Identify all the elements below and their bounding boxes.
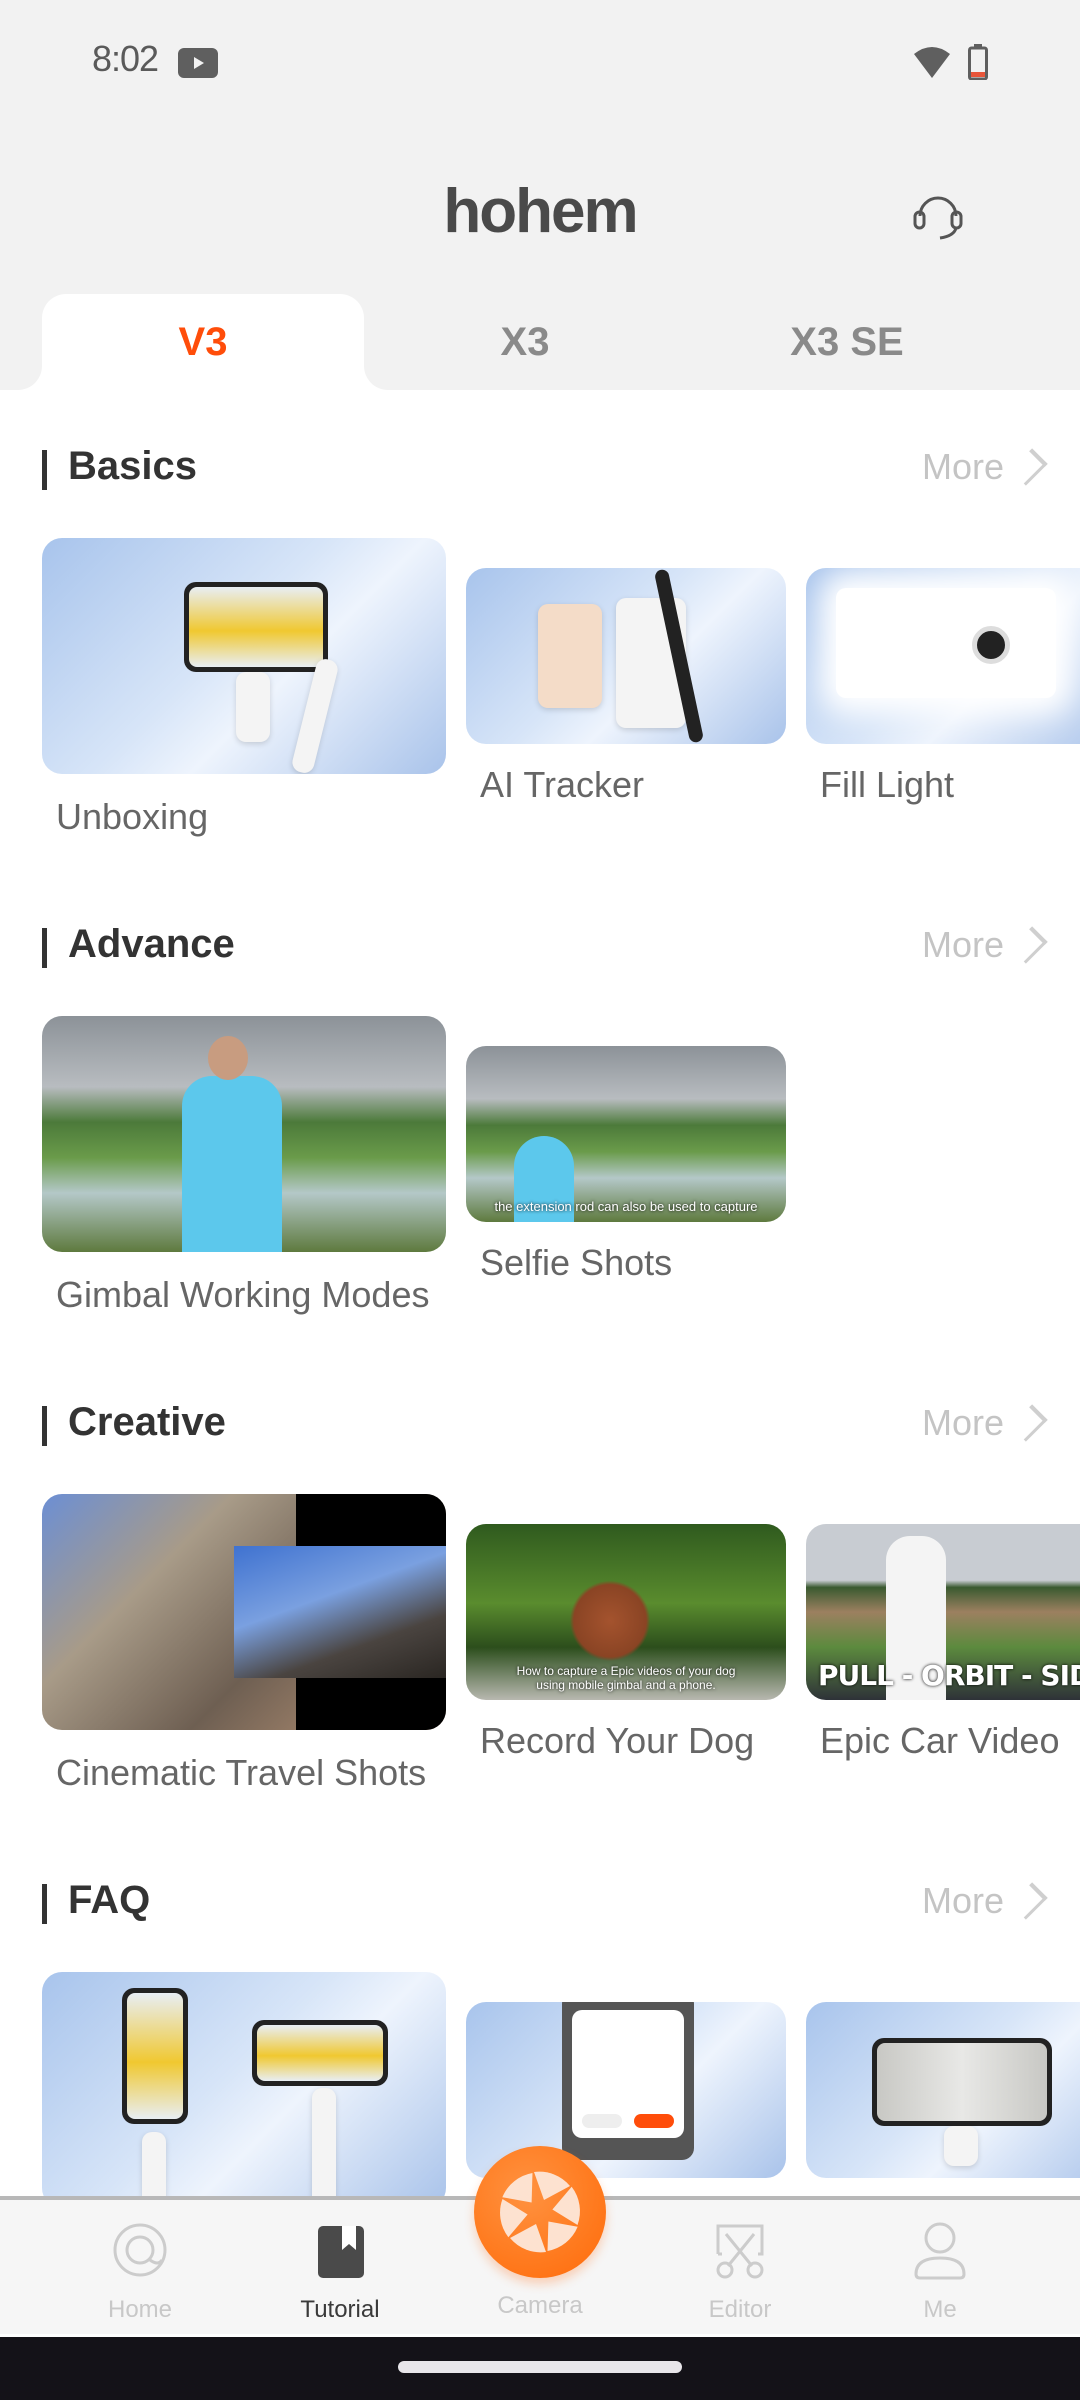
tutorial-content[interactable]: Basics More Unboxing AI Tracker Fill Lig… (0, 390, 1080, 2196)
status-bar: 8:02 (0, 0, 1080, 124)
chevron-right-icon (1010, 926, 1048, 964)
camera-button[interactable] (474, 2146, 606, 2278)
section-header: Advance More (0, 868, 1080, 968)
section-header: FAQ More (0, 1824, 1080, 1924)
card-title: Record Your Dog (480, 1720, 755, 1761)
section-header: Creative More (0, 1346, 1080, 1446)
card-title: Gimbal Working Modes (56, 1274, 430, 1315)
chevron-right-icon (1010, 448, 1048, 486)
tab-x3-se[interactable]: X3 SE (686, 294, 1008, 390)
device-tabs: V3 X3 X3 SE (0, 294, 1080, 390)
video-thumbnail (806, 2002, 1080, 2178)
video-thumbnail (42, 1972, 446, 2196)
nav-me[interactable]: Me (840, 2200, 1040, 2338)
section-faq: FAQ More (0, 1824, 1080, 2196)
nav-label: Tutorial (300, 2296, 380, 2323)
nav-editor[interactable]: Editor (640, 2200, 840, 2338)
more-label: More (921, 1880, 1004, 1921)
system-navigation-bar (0, 2337, 1080, 2400)
wifi-icon (914, 47, 950, 78)
section-title: Advance (68, 922, 235, 966)
tab-x3[interactable]: X3 (364, 294, 686, 390)
status-time: 8:02 (92, 38, 159, 79)
card-title: Cinematic Travel Shots (56, 1752, 427, 1793)
card-title: Unboxing (56, 796, 209, 837)
inset-frame (234, 1546, 446, 1678)
more-label: More (921, 924, 1004, 965)
more-link[interactable]: More (921, 1880, 1048, 1922)
video-thumbnail (466, 568, 786, 744)
video-thumbnail (806, 568, 1080, 744)
video-caption: How to capture a Epic videos of your dog… (516, 1664, 736, 1692)
video-thumbnail (42, 1494, 446, 1730)
card-title: Epic Car Video (820, 1720, 1060, 1761)
person-graphic (182, 1076, 282, 1252)
section-header: Basics More (0, 390, 1080, 490)
ai-tracker-graphic (538, 604, 602, 708)
chevron-right-icon (1010, 1882, 1048, 1920)
video-caption: PULL - ORBIT - SIDE SH (818, 1659, 1080, 1692)
more-link[interactable]: More (921, 1402, 1048, 1444)
youtube-notification-icon (178, 48, 218, 78)
section-title: Creative (68, 1400, 226, 1444)
nav-label: Home (107, 2296, 173, 2323)
video-caption: the extension rod can also be used to ca… (494, 1199, 758, 1214)
more-link[interactable]: More (921, 924, 1048, 966)
more-label: More (921, 446, 1004, 487)
section-title: FAQ (68, 1878, 151, 1922)
profile-icon (914, 2222, 966, 2280)
phone-graphic (562, 2002, 694, 2160)
tab-v3[interactable]: V3 (42, 294, 364, 390)
chevron-right-icon (1010, 1404, 1048, 1442)
phone-graphic (122, 1988, 188, 2124)
card-title: AI Tracker (480, 764, 645, 805)
section-title: Basics (68, 444, 197, 488)
phone-graphic (872, 2038, 1052, 2126)
card-title: Selfie Shots (480, 1242, 673, 1283)
nav-label: Editor (708, 2296, 772, 2323)
phone-graphic (252, 2020, 388, 2086)
nav-tutorial[interactable]: Tutorial (240, 2200, 440, 2338)
battery-low-icon (968, 44, 988, 80)
camera-shutter-icon (500, 2171, 580, 2253)
phone-graphic (184, 582, 328, 672)
nav-camera-label[interactable]: Camera (440, 2292, 640, 2320)
tutorial-book-icon (318, 2226, 364, 2278)
home-gesture-handle[interactable] (398, 2361, 682, 2373)
section-accent-bar (42, 450, 47, 490)
headset-icon[interactable] (908, 186, 968, 242)
video-thumbnail (42, 538, 446, 774)
nav-label: Me (923, 2296, 957, 2323)
section-basics: Basics More Unboxing AI Tracker Fill Lig… (0, 390, 1080, 868)
video-thumbnail: PULL - ORBIT - SIDE SH (806, 1524, 1080, 1700)
video-thumbnail: the extension rod can also be used to ca… (466, 1046, 786, 1222)
home-icon (113, 2223, 167, 2277)
video-thumbnail: How to capture a Epic videos of your dog… (466, 1524, 786, 1700)
gimbal-graphic (236, 672, 270, 742)
section-accent-bar (42, 1884, 47, 1924)
section-creative: Creative More Cinematic Travel Shots How… (0, 1346, 1080, 1824)
section-accent-bar (42, 928, 47, 968)
section-accent-bar (42, 1406, 47, 1446)
video-thumbnail (42, 1016, 446, 1252)
app-header: hohem V3 X3 X3 SE (0, 124, 1080, 390)
more-label: More (921, 1402, 1004, 1443)
section-advance: Advance More Gimbal Working Modes the ex… (0, 868, 1080, 1346)
nav-home[interactable]: Home (40, 2200, 240, 2338)
editor-scissors-icon (716, 2224, 764, 2279)
tutorial-screen: 8:02 hohem V3 X3 X3 SE Basics More Unbox… (0, 0, 1080, 2400)
card-title: Fill Light (820, 764, 955, 805)
fill-light-graphic (836, 588, 1056, 698)
more-link[interactable]: More (921, 446, 1048, 488)
